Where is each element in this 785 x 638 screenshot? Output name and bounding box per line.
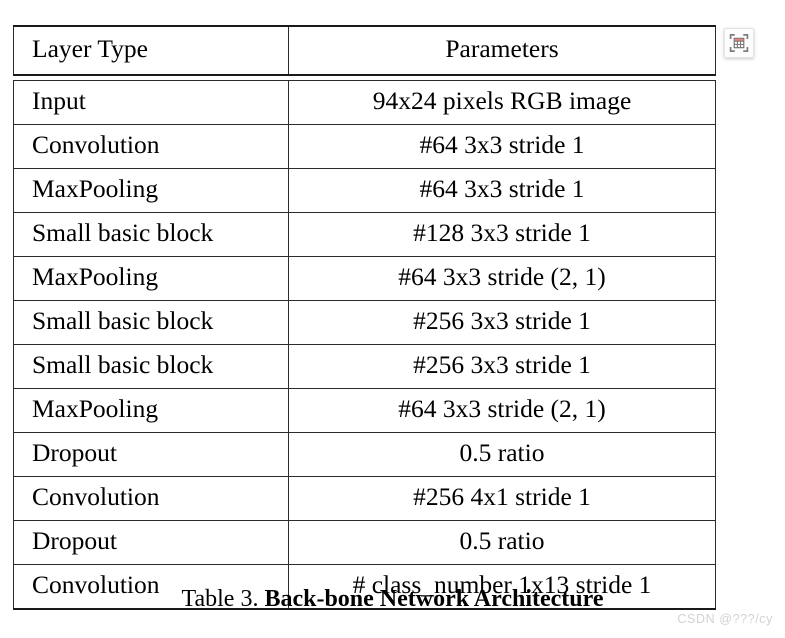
table-row: Small basic block #128 3x3 stride 1	[13, 212, 716, 257]
table-caption: Table 3. Back-bone Network Architecture	[0, 586, 785, 612]
cell-parameters: #64 3x3 stride (2, 1)	[288, 388, 716, 433]
cell-parameters: #64 3x3 stride 1	[288, 124, 716, 169]
watermark: CSDN @???/cy	[677, 612, 773, 626]
cell-layer-type: Small basic block	[13, 344, 289, 389]
figure-page: Layer Type Parameters Input 94x24 pixels…	[0, 0, 785, 638]
cell-layer-type: MaxPooling	[13, 168, 289, 213]
column-header-layer-type: Layer Type	[13, 25, 289, 76]
cell-parameters: #128 3x3 stride 1	[288, 212, 716, 257]
cell-layer-type: Dropout	[13, 520, 289, 565]
table-capture-button[interactable]	[724, 28, 754, 58]
table-row: Convolution #64 3x3 stride 1	[13, 124, 716, 169]
cell-parameters: #256 3x3 stride 1	[288, 300, 716, 345]
cell-parameters: 94x24 pixels RGB image	[288, 80, 716, 125]
cell-layer-type: Input	[13, 80, 289, 125]
cell-layer-type: MaxPooling	[13, 388, 289, 433]
table-header: Layer Type Parameters	[13, 25, 716, 76]
table-row: Dropout 0.5 ratio	[13, 520, 716, 565]
caption-label: Table 3.	[181, 586, 259, 612]
cell-parameters: #64 3x3 stride (2, 1)	[288, 256, 716, 301]
cell-layer-type: MaxPooling	[13, 256, 289, 301]
table-row: MaxPooling #64 3x3 stride (2, 1)	[13, 256, 716, 301]
architecture-table: Layer Type Parameters Input 94x24 pixels…	[13, 25, 716, 610]
table-container: Layer Type Parameters Input 94x24 pixels…	[13, 25, 716, 610]
cell-parameters: #256 4x1 stride 1	[288, 476, 716, 521]
table-row: Small basic block #256 3x3 stride 1	[13, 344, 716, 389]
table-body: Input 94x24 pixels RGB image Convolution…	[13, 74, 716, 610]
table-capture-icon	[729, 33, 749, 53]
cell-layer-type: Dropout	[13, 432, 289, 477]
column-header-parameters: Parameters	[288, 25, 716, 76]
table-row: Convolution #256 4x1 stride 1	[13, 476, 716, 521]
cell-parameters: 0.5 ratio	[288, 432, 716, 477]
caption-title: Back-bone Network Architecture	[264, 586, 604, 612]
cell-parameters: #64 3x3 stride 1	[288, 168, 716, 213]
cell-layer-type: Convolution	[13, 124, 289, 169]
cell-layer-type: Small basic block	[13, 212, 289, 257]
cell-parameters: #256 3x3 stride 1	[288, 344, 716, 389]
table-row: Small basic block #256 3x3 stride 1	[13, 300, 716, 345]
table-row: MaxPooling #64 3x3 stride 1	[13, 168, 716, 213]
table-row: Input 94x24 pixels RGB image	[13, 80, 716, 125]
table-row: MaxPooling #64 3x3 stride (2, 1)	[13, 388, 716, 433]
cell-layer-type: Convolution	[13, 476, 289, 521]
table-row: Dropout 0.5 ratio	[13, 432, 716, 477]
cell-parameters: 0.5 ratio	[288, 520, 716, 565]
cell-layer-type: Small basic block	[13, 300, 289, 345]
table-header-row: Layer Type Parameters	[13, 25, 716, 76]
